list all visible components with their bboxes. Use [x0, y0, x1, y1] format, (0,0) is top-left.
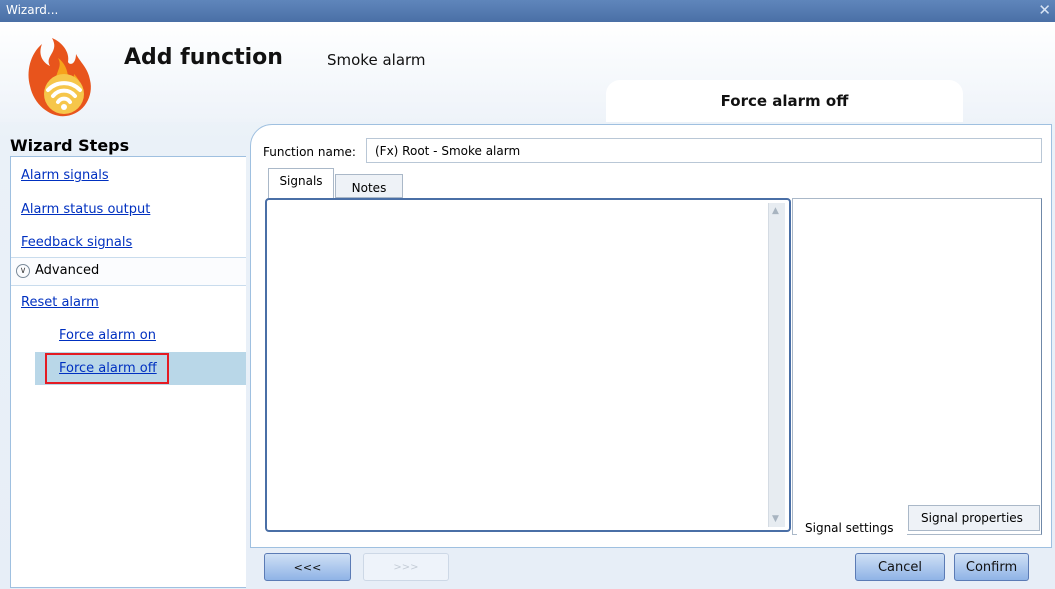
next-button[interactable]: >>>	[363, 553, 449, 581]
scroll-down-icon[interactable]: ▼	[772, 514, 779, 524]
confirm-button[interactable]: Confirm	[954, 553, 1029, 581]
step-force-alarm-off[interactable]: Force alarm off	[59, 361, 157, 376]
cancel-button[interactable]: Cancel	[855, 553, 945, 581]
window-title: Wizard...	[6, 3, 59, 17]
function-name-input[interactable]: (Fx) Root - Smoke alarm	[366, 138, 1042, 163]
function-name-label: Function name:	[263, 145, 356, 159]
step-alarm-status-output[interactable]: Alarm status output	[21, 202, 150, 217]
fire-wifi-icon	[28, 38, 91, 117]
close-icon[interactable]: ✕	[1038, 1, 1051, 19]
chevron-down-icon[interactable]: ∨	[16, 264, 30, 278]
step-force-alarm-on[interactable]: Force alarm on	[59, 328, 156, 343]
tab-notes[interactable]: Notes	[335, 174, 403, 198]
tab-signals[interactable]: Signals	[268, 168, 334, 198]
signals-list[interactable]	[265, 198, 791, 532]
signals-scrollbar[interactable]: ▲ ▼	[768, 203, 785, 527]
signal-details-panel	[792, 198, 1042, 535]
tab-signal-properties[interactable]: Signal properties	[908, 505, 1040, 531]
step-alarm-signals[interactable]: Alarm signals	[21, 168, 109, 183]
back-button[interactable]: <<<	[264, 553, 351, 581]
advanced-label: Advanced	[35, 263, 100, 278]
current-step-label: Force alarm off	[720, 92, 849, 110]
advanced-section-header[interactable]: ∨ Advanced	[11, 257, 246, 286]
title-bar: Wizard... ✕	[0, 0, 1055, 22]
step-feedback-signals[interactable]: Feedback signals	[21, 235, 132, 250]
current-step-tab: Force alarm off	[606, 80, 963, 122]
scroll-up-icon[interactable]: ▲	[772, 206, 779, 216]
step-reset-alarm[interactable]: Reset alarm	[21, 295, 99, 310]
tab-signal-settings[interactable]: Signal settings	[797, 505, 907, 535]
wizard-steps-panel: Alarm signals Alarm status output Feedba…	[10, 156, 246, 588]
page-subtitle: Smoke alarm	[327, 51, 426, 69]
wizard-steps-title: Wizard Steps	[10, 136, 130, 155]
page-title: Add function	[124, 45, 283, 70]
